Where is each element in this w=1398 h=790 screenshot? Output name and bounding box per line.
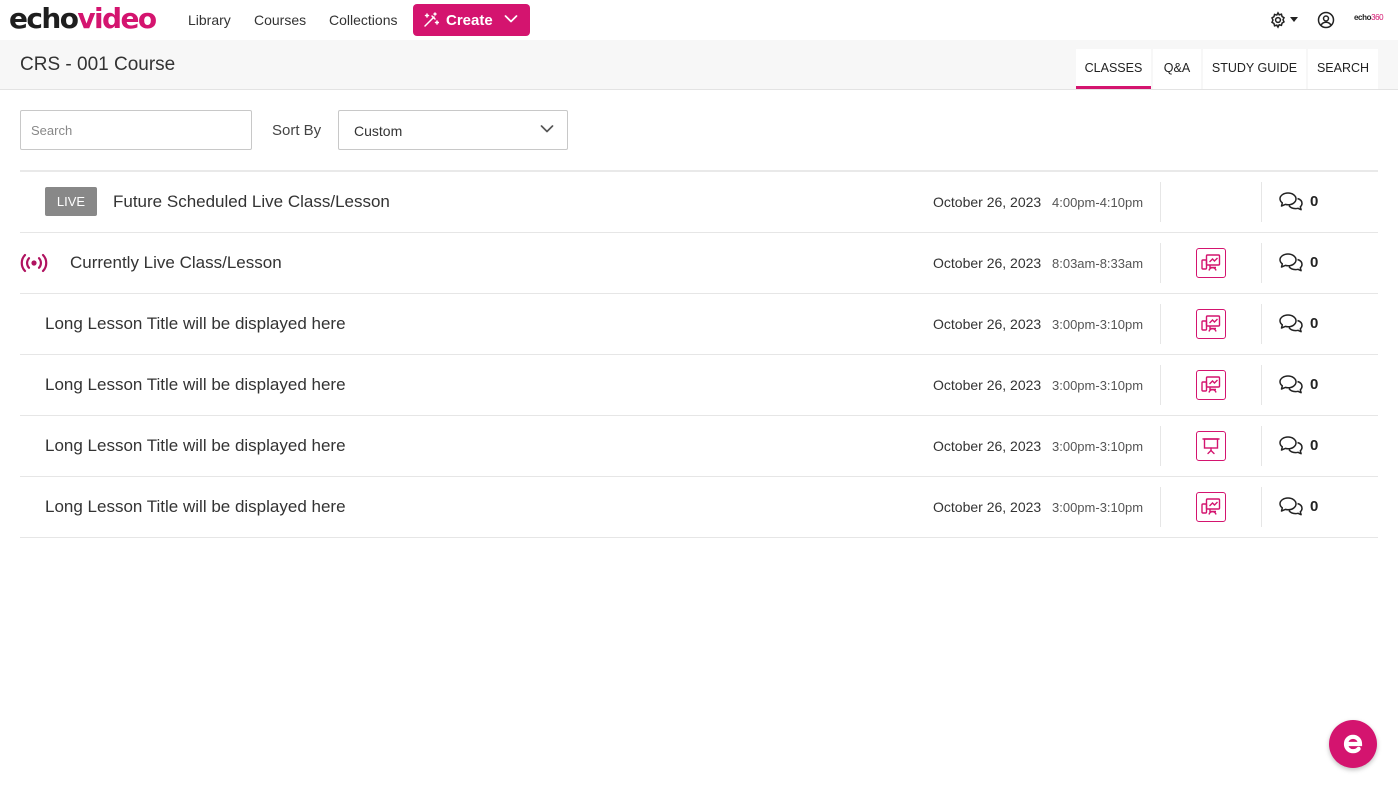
echovideo-logo[interactable]: echovideo bbox=[9, 2, 157, 36]
nav-courses[interactable]: Courses bbox=[254, 12, 306, 28]
column-divider bbox=[1160, 487, 1161, 527]
lesson-date: October 26, 2023 bbox=[933, 377, 1042, 393]
lesson-time: 3:00pm-3:10pm bbox=[1052, 378, 1144, 393]
logo-echo: echo bbox=[9, 2, 79, 35]
tab-study-guide[interactable]: STUDY GUIDE bbox=[1203, 49, 1306, 89]
column-divider bbox=[1261, 365, 1262, 405]
lesson-row[interactable]: Long Lesson Title will be displayed here… bbox=[20, 477, 1378, 538]
column-divider bbox=[1160, 365, 1161, 405]
column-divider bbox=[1160, 182, 1161, 222]
lesson-date: October 26, 2023 bbox=[933, 499, 1042, 515]
video-media-button[interactable] bbox=[1196, 370, 1226, 400]
nav-collections[interactable]: Collections bbox=[329, 12, 397, 28]
lesson-date: October 26, 2023 bbox=[933, 194, 1042, 210]
comments-icon[interactable] bbox=[1278, 191, 1304, 211]
tab-qa[interactable]: Q&A bbox=[1153, 49, 1201, 89]
column-divider bbox=[1160, 243, 1161, 283]
user-account-icon[interactable] bbox=[1317, 11, 1335, 29]
search-input[interactable] bbox=[20, 110, 252, 150]
video-media-button[interactable] bbox=[1196, 309, 1226, 339]
presentation-icon bbox=[1202, 438, 1220, 455]
lesson-time: 4:00pm-4:10pm bbox=[1052, 195, 1144, 210]
video-icon bbox=[1201, 315, 1221, 332]
column-divider bbox=[1261, 304, 1262, 344]
lesson-title[interactable]: Long Lesson Title will be displayed here bbox=[45, 497, 346, 517]
column-divider bbox=[1261, 182, 1262, 222]
comment-count: 0 bbox=[1310, 193, 1319, 210]
lesson-date: October 26, 2023 bbox=[933, 316, 1042, 332]
page-title: CRS - 001 Course bbox=[20, 54, 176, 75]
lesson-time: 8:03am-8:33am bbox=[1052, 256, 1144, 271]
lesson-row[interactable]: Currently Live Class/Lesson October 26, … bbox=[20, 233, 1378, 294]
logo-video: video bbox=[77, 2, 157, 35]
lesson-time: 3:00pm-3:10pm bbox=[1052, 317, 1144, 332]
comments-icon[interactable] bbox=[1278, 374, 1304, 394]
lesson-row[interactable]: Long Lesson Title will be displayed here… bbox=[20, 294, 1378, 355]
lesson-title[interactable]: Currently Live Class/Lesson bbox=[70, 253, 282, 273]
presentation-media-button[interactable] bbox=[1196, 431, 1226, 461]
top-navigation: echovideo Library Courses Collections Cr… bbox=[0, 0, 1398, 40]
video-media-button[interactable] bbox=[1196, 248, 1226, 278]
lesson-time: 3:00pm-3:10pm bbox=[1052, 439, 1144, 454]
video-icon bbox=[1201, 376, 1221, 393]
comments-icon[interactable] bbox=[1278, 313, 1304, 333]
gear-icon[interactable] bbox=[1269, 11, 1287, 29]
caret-down-icon[interactable] bbox=[1289, 17, 1299, 23]
video-icon bbox=[1201, 498, 1221, 515]
lesson-time: 3:00pm-3:10pm bbox=[1052, 500, 1144, 515]
comments-icon[interactable] bbox=[1278, 435, 1304, 455]
tab-search[interactable]: SEARCH bbox=[1308, 49, 1378, 89]
comment-count: 0 bbox=[1310, 437, 1319, 454]
echo360-logo-part1: echo bbox=[1354, 13, 1372, 22]
video-media-button[interactable] bbox=[1196, 492, 1226, 522]
comment-count: 0 bbox=[1310, 254, 1319, 271]
create-label: Create bbox=[446, 12, 493, 29]
live-broadcast-icon bbox=[20, 253, 48, 273]
live-badge: LIVE bbox=[45, 187, 97, 216]
lesson-date: October 26, 2023 bbox=[933, 255, 1042, 271]
comment-count: 0 bbox=[1310, 315, 1319, 332]
chevron-down-icon bbox=[504, 15, 518, 23]
column-divider bbox=[1160, 426, 1161, 466]
nav-library[interactable]: Library bbox=[188, 12, 231, 28]
comment-count: 0 bbox=[1310, 498, 1319, 515]
comment-count: 0 bbox=[1310, 376, 1319, 393]
lesson-title[interactable]: Long Lesson Title will be displayed here bbox=[45, 436, 346, 456]
lesson-title[interactable]: Future Scheduled Live Class/Lesson bbox=[113, 192, 390, 212]
tab-classes[interactable]: CLASSES bbox=[1076, 49, 1151, 89]
comments-icon[interactable] bbox=[1278, 496, 1304, 516]
column-divider bbox=[1261, 426, 1262, 466]
echo360-logo: echo360 bbox=[1354, 13, 1384, 22]
magic-wand-icon bbox=[424, 12, 439, 27]
comments-icon[interactable] bbox=[1278, 252, 1304, 272]
sort-select-value: Custom bbox=[354, 123, 403, 139]
lesson-row[interactable]: Long Lesson Title will be displayed here… bbox=[20, 355, 1378, 416]
echo360-logo-part2: 360 bbox=[1371, 13, 1384, 22]
sort-select[interactable]: Custom bbox=[338, 110, 568, 150]
column-divider bbox=[1261, 243, 1262, 283]
video-icon bbox=[1201, 254, 1221, 271]
lesson-row[interactable]: Long Lesson Title will be displayed here… bbox=[20, 416, 1378, 477]
course-header: CRS - 001 Course CLASSES Q&A STUDY GUIDE… bbox=[0, 40, 1398, 90]
lesson-title[interactable]: Long Lesson Title will be displayed here bbox=[45, 314, 346, 334]
sort-by-label: Sort By bbox=[272, 122, 322, 139]
chevron-down-icon bbox=[540, 125, 554, 133]
echo-e-icon bbox=[1343, 734, 1363, 754]
column-divider bbox=[1261, 487, 1262, 527]
column-divider bbox=[1160, 304, 1161, 344]
create-button[interactable]: Create bbox=[413, 4, 530, 36]
lesson-date: October 26, 2023 bbox=[933, 438, 1042, 454]
help-chat-button[interactable] bbox=[1329, 720, 1377, 768]
lesson-row[interactable]: LIVE Future Scheduled Live Class/Lesson … bbox=[20, 172, 1378, 233]
lesson-title[interactable]: Long Lesson Title will be displayed here bbox=[45, 375, 346, 395]
